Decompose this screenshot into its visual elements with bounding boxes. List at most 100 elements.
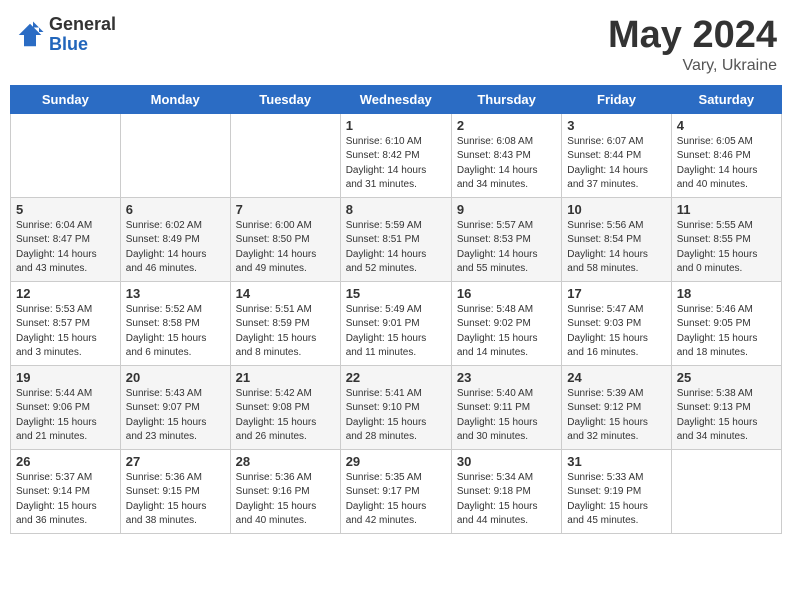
day-number: 21 [236,370,335,385]
day-info: Sunrise: 5:43 AM Sunset: 9:07 PM Dayligh… [126,387,225,445]
calendar-table: SundayMondayTuesdayWednesdayThursdayFrid… [10,85,782,534]
day-number: 19 [16,370,115,385]
day-number: 23 [457,370,556,385]
day-number: 11 [677,202,776,217]
calendar-cell: 31 Sunrise: 5:33 AM Sunset: 9:19 PM Dayli… [562,449,671,533]
calendar-cell: 7 Sunrise: 6:00 AM Sunset: 8:50 PM Daylig… [230,197,340,281]
header-saturday: Saturday [671,85,781,113]
calendar-cell [671,449,781,533]
day-number: 31 [567,454,665,469]
day-number: 14 [236,286,335,301]
calendar-cell: 25 Sunrise: 5:38 AM Sunset: 9:13 PM Dayli… [671,365,781,449]
header-thursday: Thursday [451,85,561,113]
day-info: Sunrise: 5:34 AM Sunset: 9:18 PM Dayligh… [457,471,556,529]
day-number: 12 [16,286,115,301]
calendar-cell: 30 Sunrise: 5:34 AM Sunset: 9:18 PM Dayli… [451,449,561,533]
calendar-cell: 23 Sunrise: 5:40 AM Sunset: 9:11 PM Dayli… [451,365,561,449]
calendar-cell: 20 Sunrise: 5:43 AM Sunset: 9:07 PM Dayli… [120,365,230,449]
page-header: General Blue May 2024 Vary, Ukraine [10,10,782,75]
day-number: 27 [126,454,225,469]
header-friday: Friday [562,85,671,113]
day-info: Sunrise: 5:51 AM Sunset: 8:59 PM Dayligh… [236,303,335,361]
calendar-cell: 6 Sunrise: 6:02 AM Sunset: 8:49 PM Daylig… [120,197,230,281]
day-number: 13 [126,286,225,301]
calendar-cell: 15Sunrise: 5:49 AM Sunset: 9:01 PM Dayli… [340,281,451,365]
week-row-4: 19 Sunrise: 5:44 AM Sunset: 9:06 PM Dayli… [11,365,782,449]
title-block: May 2024 Vary, Ukraine [608,15,777,75]
day-number: 30 [457,454,556,469]
day-info: Sunrise: 5:59 AM Sunset: 8:51 PM Dayligh… [346,219,446,277]
header-sunday: Sunday [11,85,121,113]
day-number: 29 [346,454,446,469]
day-number: 10 [567,202,665,217]
calendar-cell: 1 Sunrise: 6:10 AM Sunset: 8:42 PM Daylig… [340,113,451,197]
day-number: 20 [126,370,225,385]
header-monday: Monday [120,85,230,113]
day-info: Sunrise: 5:38 AM Sunset: 9:13 PM Dayligh… [677,387,776,445]
calendar-cell: 29 Sunrise: 5:35 AM Sunset: 9:17 PM Dayli… [340,449,451,533]
day-info: Sunrise: 5:37 AM Sunset: 9:14 PM Dayligh… [16,471,115,529]
week-row-1: 1 Sunrise: 6:10 AM Sunset: 8:42 PM Daylig… [11,113,782,197]
day-info: Sunrise: 6:08 AM Sunset: 8:43 PM Dayligh… [457,135,556,193]
day-info: Sunrise: 5:56 AM Sunset: 8:54 PM Dayligh… [567,219,665,277]
calendar-cell: 18Sunrise: 5:46 AM Sunset: 9:05 PM Dayli… [671,281,781,365]
day-info: Sunrise: 5:33 AM Sunset: 9:19 PM Dayligh… [567,471,665,529]
calendar-cell: 12 Sunrise: 5:53 AM Sunset: 8:57 PM Dayli… [11,281,121,365]
day-number: 15 [346,286,446,301]
day-number: 24 [567,370,665,385]
day-number: 22 [346,370,446,385]
calendar-cell [120,113,230,197]
day-number: 2 [457,118,556,133]
calendar-cell: 8 Sunrise: 5:59 AM Sunset: 8:51 PM Daylig… [340,197,451,281]
day-info: Sunrise: 5:36 AM Sunset: 9:15 PM Dayligh… [126,471,225,529]
day-info: Sunrise: 5:48 AM Sunset: 9:02 PM Dayligh… [457,303,556,361]
day-info: Sunrise: 6:07 AM Sunset: 8:44 PM Dayligh… [567,135,665,193]
day-info: Sunrise: 5:35 AM Sunset: 9:17 PM Dayligh… [346,471,446,529]
day-info: Sunrise: 5:55 AM Sunset: 8:55 PM Dayligh… [677,219,776,277]
calendar-cell: 21 Sunrise: 5:42 AM Sunset: 9:08 PM Dayli… [230,365,340,449]
calendar-cell: 10 Sunrise: 5:56 AM Sunset: 8:54 PM Dayli… [562,197,671,281]
week-row-5: 26Sunrise: 5:37 AM Sunset: 9:14 PM Dayli… [11,449,782,533]
calendar-cell: 16Sunrise: 5:48 AM Sunset: 9:02 PM Dayli… [451,281,561,365]
calendar-cell: 2 Sunrise: 6:08 AM Sunset: 8:43 PM Daylig… [451,113,561,197]
calendar-cell: 24 Sunrise: 5:39 AM Sunset: 9:12 PM Dayli… [562,365,671,449]
calendar-cell [230,113,340,197]
day-number: 25 [677,370,776,385]
day-number: 7 [236,202,335,217]
day-info: Sunrise: 5:52 AM Sunset: 8:58 PM Dayligh… [126,303,225,361]
logo-general-text: General [49,15,116,35]
day-info: Sunrise: 5:53 AM Sunset: 8:57 PM Dayligh… [16,303,115,361]
day-info: Sunrise: 6:00 AM Sunset: 8:50 PM Dayligh… [236,219,335,277]
day-info: Sunrise: 5:40 AM Sunset: 9:11 PM Dayligh… [457,387,556,445]
calendar-cell: 28 Sunrise: 5:36 AM Sunset: 9:16 PM Dayli… [230,449,340,533]
day-number: 4 [677,118,776,133]
day-number: 9 [457,202,556,217]
calendar-cell: 19 Sunrise: 5:44 AM Sunset: 9:06 PM Dayli… [11,365,121,449]
calendar-cell: 14 Sunrise: 5:51 AM Sunset: 8:59 PM Dayli… [230,281,340,365]
calendar-cell: 27 Sunrise: 5:36 AM Sunset: 9:15 PM Dayli… [120,449,230,533]
day-info: Sunrise: 5:39 AM Sunset: 9:12 PM Dayligh… [567,387,665,445]
day-info: Sunrise: 5:46 AM Sunset: 9:05 PM Dayligh… [677,303,776,361]
day-number: 1 [346,118,446,133]
day-number: 8 [346,202,446,217]
week-row-2: 5Sunrise: 6:04 AM Sunset: 8:47 PM Daylig… [11,197,782,281]
day-info: Sunrise: 5:44 AM Sunset: 9:06 PM Dayligh… [16,387,115,445]
day-info: Sunrise: 6:02 AM Sunset: 8:49 PM Dayligh… [126,219,225,277]
header-wednesday: Wednesday [340,85,451,113]
day-info: Sunrise: 5:47 AM Sunset: 9:03 PM Dayligh… [567,303,665,361]
day-info: Sunrise: 5:36 AM Sunset: 9:16 PM Dayligh… [236,471,335,529]
logo-text: General Blue [49,15,116,55]
logo-icon [15,20,45,50]
week-row-3: 12 Sunrise: 5:53 AM Sunset: 8:57 PM Dayli… [11,281,782,365]
day-number: 6 [126,202,225,217]
day-number: 17 [567,286,665,301]
weekday-header-row: SundayMondayTuesdayWednesdayThursdayFrid… [11,85,782,113]
day-info: Sunrise: 6:04 AM Sunset: 8:47 PM Dayligh… [16,219,115,277]
logo-blue-text: Blue [49,35,116,55]
day-info: Sunrise: 5:42 AM Sunset: 9:08 PM Dayligh… [236,387,335,445]
location: Vary, Ukraine [608,57,777,75]
day-info: Sunrise: 6:10 AM Sunset: 8:42 PM Dayligh… [346,135,446,193]
calendar-cell: 13 Sunrise: 5:52 AM Sunset: 8:58 PM Dayli… [120,281,230,365]
calendar-cell: 11 Sunrise: 5:55 AM Sunset: 8:55 PM Dayli… [671,197,781,281]
day-number: 28 [236,454,335,469]
